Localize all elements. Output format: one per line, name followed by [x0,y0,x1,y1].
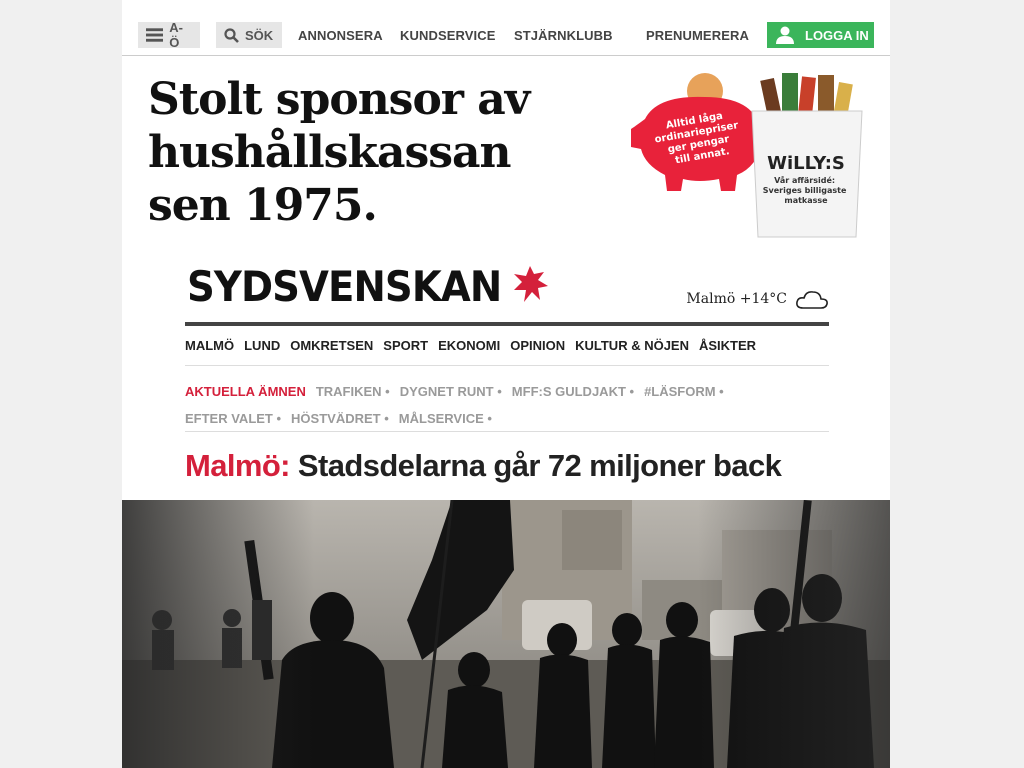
topics-bar: AKTUELLA ÄMNEN TRAFIKEN • DYGNET RUNT • MFF… [185,378,829,432]
login-button[interactable]: LOGGA IN [767,22,874,48]
nav-item-omkretsen[interactable]: OMKRETSEN [290,338,373,365]
topics-heading: AKTUELLA ÄMNEN [185,384,306,399]
cloud-icon [796,291,828,309]
link-stjarnklubb[interactable]: STJÄRNKLUBB [514,28,613,43]
bag-text-line: Vår affärsidé: [774,175,835,185]
bag-text-line: Sveriges billigaste [763,186,847,195]
ad-headline-line: Stolt sponsor av [148,74,530,125]
topic-link[interactable]: EFTER VALET • [185,411,281,426]
nav-item-malmo[interactable]: MALMÖ [185,338,234,365]
article-headline[interactable]: Malmö: Stadsdelarna går 72 miljoner back [185,448,782,484]
nav-item-asikter[interactable]: ÅSIKTER [699,338,756,365]
search-label: SÖK [245,27,274,43]
ad-headline: Stolt sponsor av hushållskassan sen 1975… [148,73,578,232]
topic-link[interactable]: DYGNET RUNT • [400,384,502,399]
weather-text: Malmö +14°C [686,291,787,307]
grocery-bag-icon: WiLLY:S Vår affärsidé: Sveriges billigas… [751,73,863,238]
hamburger-icon [146,28,164,42]
nav-item-lund[interactable]: LUND [244,338,280,365]
topic-link[interactable]: TRAFIKEN • [316,384,390,399]
subscribe-link[interactable]: PRENUMERERA [646,28,749,43]
link-annonsera[interactable]: ANNONSERA [298,28,383,43]
section-nav: MALMÖ LUND OMKRETSEN SPORT EKONOMI OPINI… [185,338,829,366]
site-logo[interactable]: SYDSVENSKAN [187,262,502,311]
topic-link[interactable]: MÅLSERVICE • [399,411,492,426]
nav-item-opinion[interactable]: OPINION [510,338,565,365]
topic-link[interactable]: HÖSTVÄDRET • [291,411,389,426]
weather-widget[interactable]: Malmö +14°C [686,288,829,310]
headline-kicker: Malmö: [185,448,291,483]
link-kundservice[interactable]: KUNDSERVICE [400,28,496,43]
user-icon [776,26,794,44]
nav-item-kultur-nojen[interactable]: KULTUR & NÖJEN [575,338,689,365]
topic-link[interactable]: MFF:S GULDJAKT • [512,384,634,399]
bag-text-line: matkasse [784,196,828,205]
nav-item-sport[interactable]: SPORT [383,338,428,365]
page: A-Ö SÖK ANNONSERA KUNDSERVICE STJÄRNKLUB… [122,0,890,768]
ad-banner[interactable]: Stolt sponsor av hushållskassan sen 1975… [122,57,890,247]
willys-brand: WiLLY:S [767,153,845,174]
griffin-logo-icon [514,266,548,302]
nav-item-ekonomi[interactable]: EKONOMI [438,338,500,365]
menu-label: A-Ö [169,20,183,50]
menu-button[interactable]: A-Ö [138,20,200,50]
ad-headline-line: hushållskassan [148,127,512,178]
search-icon [224,27,239,43]
search-button[interactable]: SÖK [216,22,282,48]
masthead: SYDSVENSKAN Malmö +14°C [185,262,829,326]
login-label: LOGGA IN [805,27,869,43]
article-photo[interactable] [122,500,890,768]
ad-headline-line: sen 1975. [148,180,378,231]
headline-text: Stadsdelarna går 72 miljoner back [297,448,782,483]
topic-link[interactable]: #LÄSFORM • [644,384,724,399]
top-bar: A-Ö SÖK ANNONSERA KUNDSERVICE STJÄRNKLUB… [122,0,890,56]
